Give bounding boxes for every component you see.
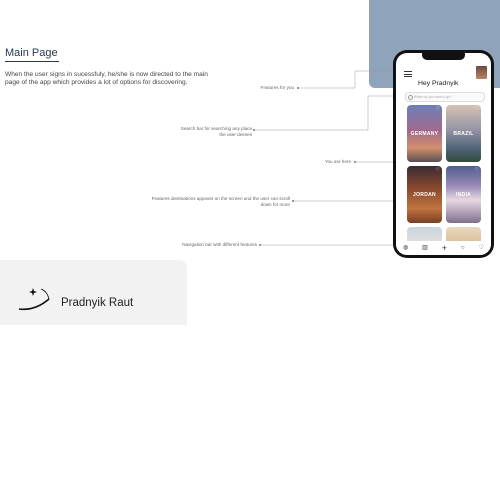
destination-card-brazil[interactable]: ♡ BRAZIL (446, 105, 481, 162)
annotation-dot (253, 129, 255, 131)
author-logo-icon (18, 288, 50, 311)
annotation-navigation: Navigation bar with different features (182, 242, 257, 247)
destination-card-germany[interactable]: ♡ GERMANY (407, 105, 442, 162)
annotation-dot (292, 200, 294, 202)
heart-icon[interactable]: ♡ (436, 168, 440, 173)
heart-icon[interactable]: ♡ (475, 168, 479, 173)
menu-icon[interactable] (404, 71, 412, 79)
destination-label: BRAZIL (453, 131, 474, 137)
buildings-icon[interactable]: ▥ (422, 245, 428, 251)
phone-mockup: Hey Pradnyik Where do you want to go? ♡ … (393, 50, 494, 258)
annotation-dot (297, 87, 299, 89)
annotation-features: Features for you (260, 85, 294, 90)
heart-icon[interactable]: ♡ (479, 245, 484, 251)
add-icon[interactable]: + (442, 244, 447, 253)
annotation-search: Search bar for searching any place the u… (180, 126, 252, 137)
author-name: Pradnyik Raut (61, 297, 134, 309)
annotation-dot (259, 244, 261, 246)
annotation-you-are-here: You are here (324, 159, 351, 164)
heart-icon[interactable]: ♡ (475, 107, 479, 112)
search-placeholder: Where do you want to go? (414, 94, 452, 99)
globe-icon[interactable]: ◍ (403, 245, 408, 251)
search-icon (408, 94, 413, 100)
greeting-text: Hey Pradnyik (418, 80, 459, 87)
chat-icon[interactable]: ○ (461, 245, 465, 251)
annotation-dot (354, 161, 356, 163)
destination-card-jordan[interactable]: ♡ JORDAN (407, 166, 442, 223)
destination-label: JORDAN (413, 192, 436, 198)
destination-label: INDIA (455, 192, 472, 198)
bottom-nav-bar: ◍ ▥ + ○ ♡ (396, 241, 491, 255)
destination-label: GERMANY (410, 131, 439, 137)
phone-screen: Hey Pradnyik Where do you want to go? ♡ … (396, 53, 491, 255)
annotation-destinations: Features destinations appears on the scr… (151, 196, 290, 207)
phone-notch (422, 53, 465, 60)
heart-icon[interactable]: ♡ (436, 107, 440, 112)
destination-card-india[interactable]: ♡ INDIA (446, 166, 481, 223)
avatar[interactable] (476, 66, 487, 79)
search-input[interactable]: Where do you want to go? (405, 92, 485, 102)
